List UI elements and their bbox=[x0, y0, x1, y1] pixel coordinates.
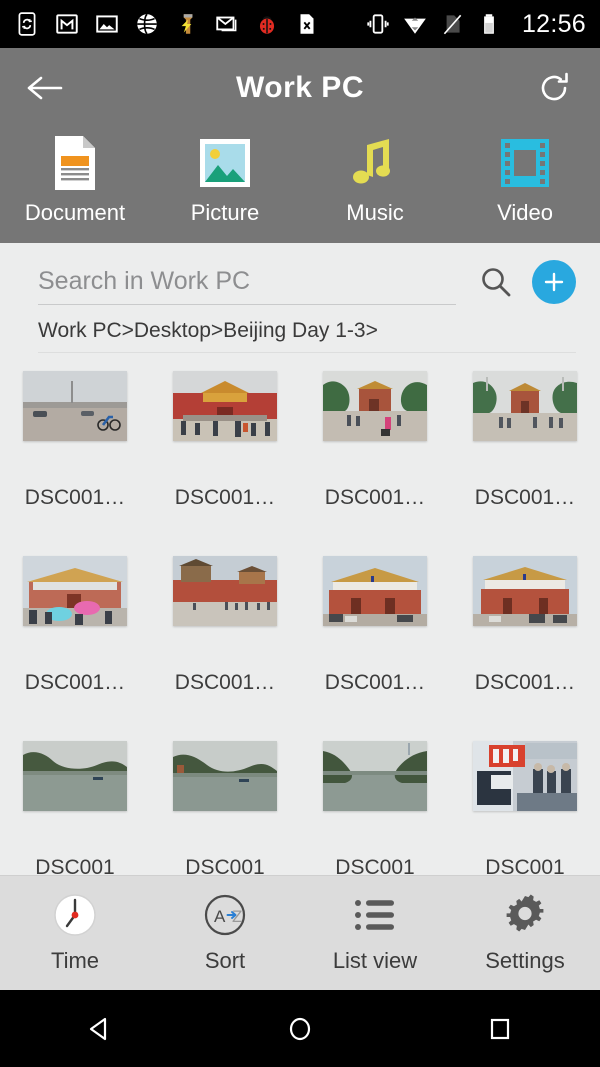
tab-label-picture: Picture bbox=[190, 200, 260, 225]
document-icon bbox=[47, 134, 103, 192]
thumbnail bbox=[323, 371, 427, 441]
breadcrumb[interactable]: Work PC>Desktop>Beijing Day 1-3> bbox=[0, 305, 600, 352]
gmail-icon bbox=[56, 14, 78, 34]
search-button[interactable] bbox=[474, 260, 518, 304]
phone-sync-icon bbox=[18, 12, 36, 36]
clock-icon bbox=[52, 892, 98, 938]
thumbnail bbox=[23, 556, 127, 626]
refresh-button[interactable] bbox=[532, 66, 576, 110]
tab-picture[interactable]: Picture bbox=[150, 134, 300, 226]
nav-back-button[interactable] bbox=[0, 1014, 200, 1044]
status-bar-clock: 12:56 bbox=[521, 9, 586, 38]
file-name: DSC001… bbox=[24, 486, 126, 509]
ladybug-icon bbox=[259, 16, 275, 34]
grid-item[interactable]: DSC001… bbox=[150, 556, 300, 741]
wifi-icon bbox=[404, 17, 426, 34]
thumbnail bbox=[23, 371, 127, 441]
thumbnail bbox=[173, 556, 277, 626]
tab-label-document: Document bbox=[24, 200, 126, 225]
film-strip-icon bbox=[497, 134, 553, 192]
bottom-toolbar: Time A Z Sort List view Settings bbox=[0, 875, 600, 990]
search-row: Search in Work PC bbox=[0, 243, 600, 305]
search-input[interactable]: Search in Work PC bbox=[38, 259, 456, 305]
spreadsheet-x-icon bbox=[300, 14, 314, 34]
file-name: DSC001… bbox=[474, 486, 576, 509]
content-area: Search in Work PC Work PC>Desktop>Beijin… bbox=[0, 243, 600, 879]
file-name: DSC001… bbox=[474, 671, 576, 694]
vibrate-icon bbox=[367, 14, 389, 34]
file-name: DSC001… bbox=[324, 486, 426, 509]
thumbnail bbox=[473, 556, 577, 626]
file-grid: DSC001… DSC001… DSC001… DSC001… DSC001… … bbox=[0, 353, 600, 926]
grid-item[interactable]: DSC001… bbox=[450, 556, 600, 741]
page-title: Work PC bbox=[236, 71, 364, 104]
bottom-item-sort[interactable]: A Z Sort bbox=[150, 892, 300, 974]
bottom-label-list-view: List view bbox=[332, 948, 418, 973]
bottom-label-settings: Settings bbox=[485, 948, 565, 973]
no-sim-icon bbox=[443, 14, 462, 35]
gear-icon bbox=[502, 892, 548, 938]
thumbnail bbox=[473, 371, 577, 441]
thumbnail bbox=[323, 741, 427, 811]
tab-document[interactable]: Document bbox=[0, 134, 150, 226]
bottom-label-time: Time bbox=[50, 948, 100, 973]
picture-icon bbox=[196, 134, 254, 192]
thumbnail bbox=[323, 556, 427, 626]
grid-item[interactable]: DSC001… bbox=[450, 371, 600, 556]
tab-label-music: Music bbox=[346, 200, 404, 225]
nav-home-button[interactable] bbox=[200, 1014, 400, 1044]
app-bar: Work PC bbox=[0, 48, 600, 128]
back-arrow-icon bbox=[27, 76, 63, 100]
thumbnail bbox=[23, 741, 127, 811]
battery-icon bbox=[484, 14, 494, 34]
email-icon bbox=[216, 16, 237, 32]
grid-item[interactable]: DSC001… bbox=[300, 556, 450, 741]
phone-screen: 12:56 Work PC Document Picture Music Vid… bbox=[0, 0, 600, 1067]
file-name: DSC001… bbox=[174, 486, 276, 509]
file-name: DSC001… bbox=[174, 671, 276, 694]
plus-icon bbox=[544, 272, 564, 292]
search-placeholder: Search in Work PC bbox=[38, 267, 251, 295]
back-button[interactable] bbox=[24, 66, 68, 110]
list-view-icon bbox=[352, 892, 398, 938]
nav-recents-square-icon bbox=[490, 1018, 510, 1039]
thumbnail bbox=[173, 371, 277, 441]
add-button[interactable] bbox=[532, 260, 576, 304]
status-bar-notification-icons bbox=[14, 11, 365, 37]
tab-label-video: Video bbox=[497, 200, 553, 225]
file-name: DSC001… bbox=[24, 671, 126, 694]
search-icon bbox=[482, 268, 511, 297]
music-note-icon bbox=[349, 134, 401, 192]
refresh-icon bbox=[541, 72, 568, 101]
nav-home-circle-icon bbox=[289, 1017, 311, 1040]
tab-video[interactable]: Video bbox=[450, 134, 600, 226]
thumbnail bbox=[473, 741, 577, 811]
grid-item[interactable]: DSC001… bbox=[150, 371, 300, 556]
category-tabs: Document Picture Music Video bbox=[0, 128, 600, 243]
tab-music[interactable]: Music bbox=[300, 134, 450, 226]
browser-globe-icon bbox=[137, 13, 157, 35]
bottom-item-settings[interactable]: Settings bbox=[450, 892, 600, 974]
grid-item[interactable]: DSC001… bbox=[0, 556, 150, 741]
flashlight-icon bbox=[181, 14, 193, 34]
status-bar-system-icons: 12:56 bbox=[365, 10, 586, 39]
file-name: DSC001… bbox=[324, 671, 426, 694]
bottom-item-time[interactable]: Time bbox=[0, 892, 150, 974]
android-nav-bar bbox=[0, 990, 600, 1067]
thumbnail bbox=[173, 741, 277, 811]
photos-icon bbox=[96, 15, 118, 33]
svg-text:Z: Z bbox=[232, 907, 242, 926]
svg-text:A: A bbox=[214, 907, 226, 926]
grid-item[interactable]: DSC001… bbox=[300, 371, 450, 556]
status-bar: 12:56 bbox=[0, 0, 600, 48]
bottom-item-list-view[interactable]: List view bbox=[300, 892, 450, 974]
nav-recents-button[interactable] bbox=[400, 1014, 600, 1044]
grid-item[interactable]: DSC001… bbox=[0, 371, 150, 556]
bottom-label-sort: Sort bbox=[204, 948, 246, 973]
nav-back-triangle-icon bbox=[89, 1017, 107, 1040]
sort-az-icon: A Z bbox=[202, 892, 248, 938]
